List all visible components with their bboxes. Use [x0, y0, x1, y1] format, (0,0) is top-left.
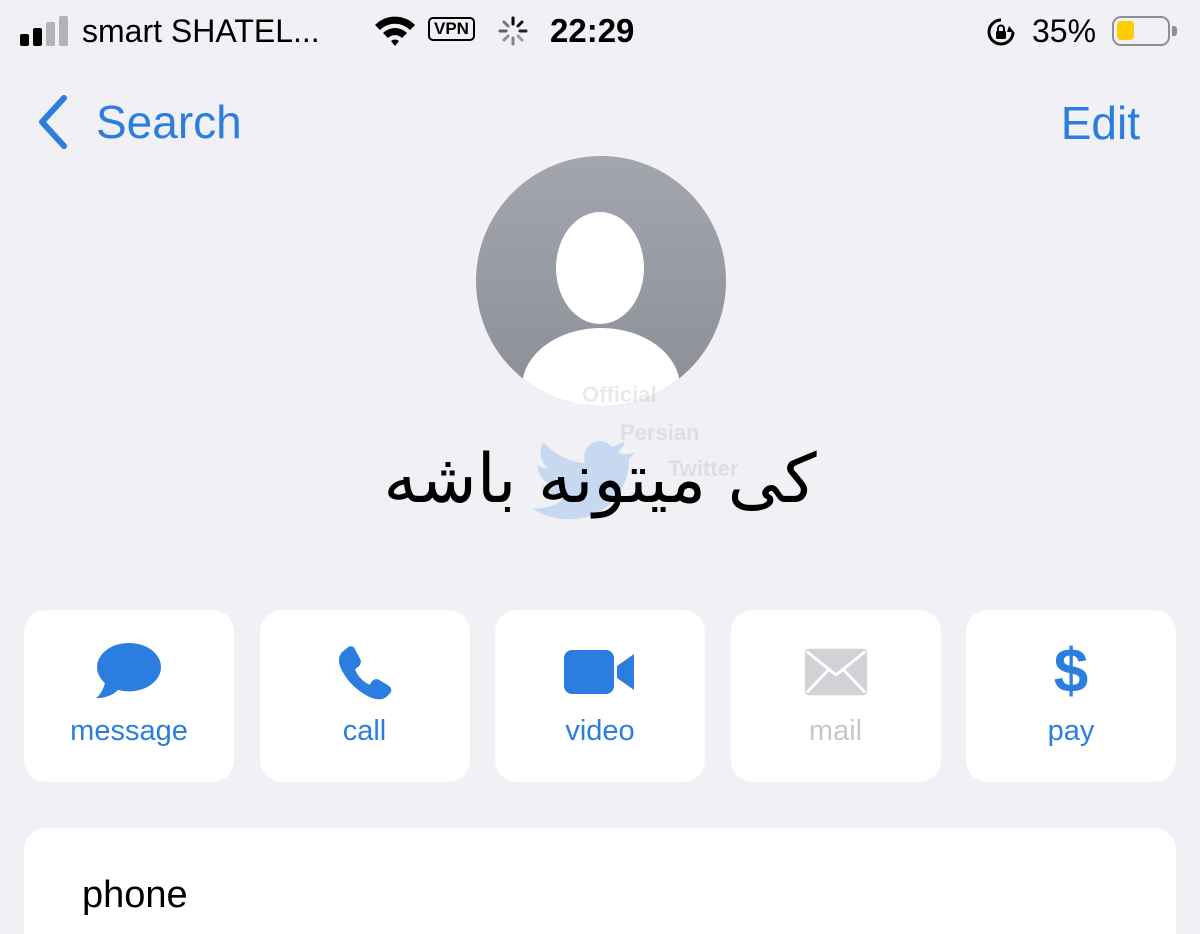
contact-name: کی میتونه باشه — [383, 440, 817, 519]
cellular-signal-icon — [20, 14, 70, 46]
battery-level — [1117, 21, 1134, 40]
message-bubble-icon — [96, 642, 161, 699]
back-button[interactable]: Search — [34, 92, 242, 152]
video-camera-icon — [564, 650, 634, 694]
video-label: video — [565, 715, 635, 747]
carrier-name: smart SHATEL... — [82, 13, 320, 49]
envelope-icon — [804, 648, 867, 696]
message-label: message — [70, 715, 188, 747]
battery-percent: 35% — [1032, 13, 1097, 49]
phone-icon — [338, 646, 391, 700]
status-bar: smart SHATEL... VPN 22:29 35% — [0, 0, 1200, 62]
contact-avatar[interactable] — [476, 156, 726, 406]
video-button[interactable]: video — [495, 610, 705, 782]
clock: 22:29 — [550, 12, 635, 49]
orientation-lock-icon — [987, 18, 1015, 46]
back-button-label: Search — [96, 96, 242, 148]
edit-button[interactable]: Edit — [1061, 96, 1140, 150]
pay-label: pay — [1047, 715, 1095, 747]
message-button[interactable]: message — [24, 610, 234, 782]
chevron-left-icon — [39, 95, 67, 149]
phone-section[interactable]: phone — [24, 828, 1176, 934]
phone-section-label: phone — [82, 874, 188, 916]
quick-actions: message call video mail $ pay — [24, 610, 1176, 782]
call-button[interactable]: call — [259, 610, 470, 782]
wifi-icon — [375, 16, 415, 46]
vpn-badge: VPN — [428, 17, 475, 41]
call-label: call — [342, 715, 387, 747]
contact-detail-screen: smart SHATEL... VPN 22:29 35% Search Edi… — [0, 0, 1200, 934]
activity-spinner-icon — [498, 16, 528, 46]
battery-icon — [1112, 16, 1177, 46]
mail-button[interactable]: mail — [730, 610, 941, 782]
mail-label: mail — [808, 715, 863, 747]
pay-button[interactable]: $ pay — [966, 610, 1176, 782]
person-head-icon — [556, 212, 644, 324]
dollar-icon: $ — [1053, 637, 1089, 706]
